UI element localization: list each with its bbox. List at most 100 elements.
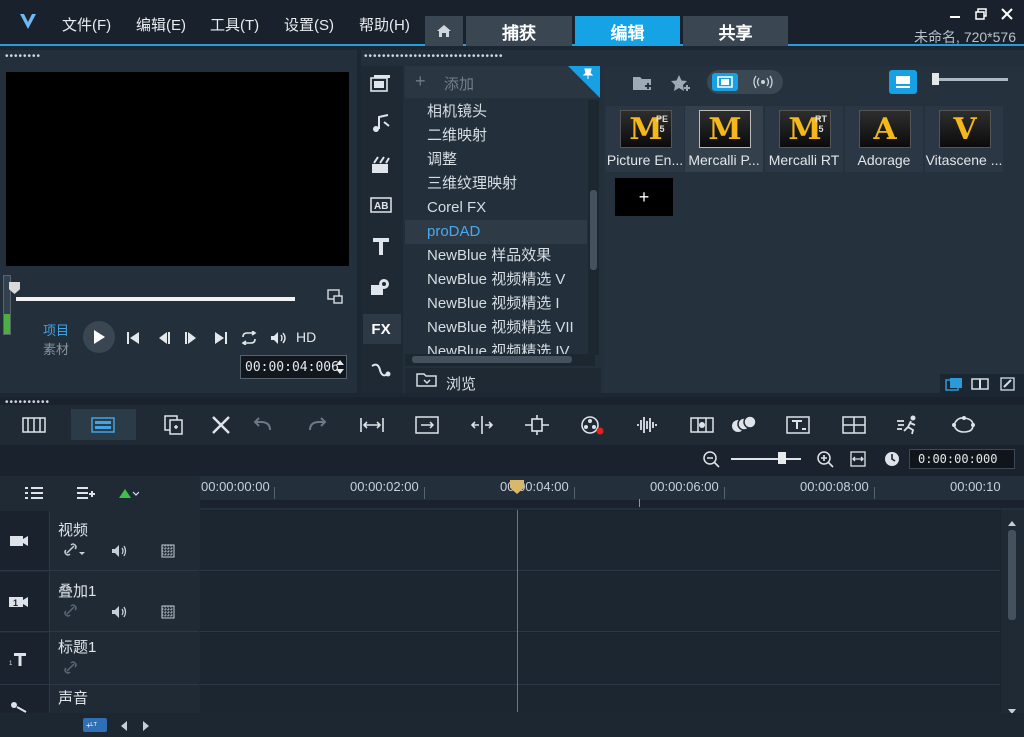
timecode-stepper[interactable]	[334, 357, 346, 377]
path-icon[interactable]	[951, 414, 977, 436]
effect-tile[interactable]: M RT 5 Mercalli RT	[765, 106, 843, 172]
mask-creator-icon[interactable]	[731, 414, 757, 436]
library-panel-icon[interactable]	[944, 376, 964, 392]
close-icon[interactable]	[998, 6, 1016, 22]
home-tab[interactable]	[425, 16, 463, 46]
repeat-icon[interactable]	[238, 327, 260, 349]
category-item-selected[interactable]: proDAD	[405, 220, 587, 244]
scroll-up-icon[interactable]	[1008, 514, 1016, 526]
storyboard-view-icon[interactable]	[21, 414, 47, 436]
redo-icon[interactable]	[304, 414, 330, 436]
add-icon[interactable]: +	[415, 71, 426, 92]
track-row-video[interactable]	[200, 511, 1000, 571]
subtitle-editor-icon[interactable]	[414, 414, 440, 436]
link-icon[interactable]	[64, 543, 86, 560]
go-to-start-icon[interactable]	[122, 327, 144, 349]
fit-to-window-icon[interactable]	[359, 414, 385, 436]
chapter-cue-icon[interactable]	[116, 484, 140, 502]
hd-toggle[interactable]: HD	[296, 329, 316, 345]
mode-project[interactable]: 项目	[43, 320, 69, 339]
media-library-icon[interactable]	[367, 70, 395, 96]
pin-icon[interactable]	[582, 68, 594, 83]
tab-share[interactable]: 共享	[683, 16, 788, 46]
player-timecode[interactable]: 00:00:04:006	[240, 355, 347, 379]
category-item[interactable]: 调整	[405, 148, 587, 172]
record-capture-icon[interactable]	[579, 414, 605, 436]
effect-tile[interactable]: A Adorage	[845, 106, 923, 172]
thumbnail-size-knob[interactable]	[932, 73, 939, 85]
browse-button[interactable]: 浏览	[446, 373, 476, 394]
category-item[interactable]: NewBlue 视频精选 VII	[405, 316, 587, 340]
fx-filter-icon[interactable]: FX	[367, 316, 395, 342]
video-track-icon[interactable]	[8, 533, 30, 549]
tab-capture[interactable]: 捕获	[466, 16, 572, 46]
category-item[interactable]: 三维纹理映射	[405, 172, 587, 196]
menu-file[interactable]: 文件(F)	[62, 14, 111, 35]
scrub-bar[interactable]	[16, 297, 295, 301]
add-track-icon[interactable]	[74, 484, 98, 502]
link-icon[interactable]	[64, 661, 78, 678]
zoom-knob[interactable]	[778, 452, 786, 464]
import-folder-icon[interactable]	[630, 72, 656, 94]
track-manager-icon[interactable]	[208, 414, 234, 436]
favorite-star-icon[interactable]	[668, 72, 694, 94]
trim-icon[interactable]	[524, 414, 550, 436]
transition-icon[interactable]: AB	[367, 192, 395, 218]
scroll-left-icon[interactable]	[119, 719, 129, 731]
mute-icon[interactable]	[111, 544, 129, 561]
motion-tracking-icon[interactable]	[896, 414, 922, 436]
mode-clip[interactable]: 素材	[43, 339, 69, 358]
category-item[interactable]: 相机镜头	[405, 100, 587, 124]
category-item[interactable]: NewBlue 视频精选 V	[405, 268, 587, 292]
browse-folder-icon[interactable]	[416, 372, 438, 391]
undo-icon[interactable]	[250, 414, 276, 436]
enlarge-preview-icon[interactable]	[326, 288, 344, 306]
add-effect-tile[interactable]: +	[615, 178, 673, 216]
add-subtitle-track-icon[interactable]: +ᴸᵀ	[83, 718, 107, 732]
category-vscroll-thumb[interactable]	[590, 190, 597, 270]
library-grip[interactable]: •••••••••••••••••••••••••••••••	[364, 52, 504, 62]
thumbnail-view-icon[interactable]	[889, 70, 917, 94]
voice-track-icon[interactable]	[8, 700, 30, 714]
previous-frame-icon[interactable]	[153, 327, 175, 349]
motion-path-icon[interactable]	[367, 357, 395, 383]
volume-icon[interactable]	[268, 327, 290, 349]
scroll-down-icon[interactable]	[1008, 703, 1016, 714]
menu-tools[interactable]: 工具(T)	[210, 14, 259, 35]
audio-filter-icon[interactable]	[750, 73, 776, 91]
link-icon[interactable]	[64, 604, 78, 621]
edit-options-icon[interactable]	[998, 376, 1018, 392]
zoom-in-icon[interactable]	[814, 450, 836, 468]
track-manager-list-icon[interactable]	[22, 484, 46, 502]
multi-camera-icon[interactable]	[689, 414, 715, 436]
zoom-slider[interactable]	[731, 458, 801, 460]
menu-settings[interactable]: 设置(S)	[284, 14, 334, 35]
split-screen-icon[interactable]	[841, 414, 867, 436]
track-row-voice[interactable]	[200, 685, 1000, 715]
fit-project-icon[interactable]	[848, 450, 868, 468]
category-hscroll-thumb[interactable]	[412, 356, 572, 363]
ripple-icon[interactable]	[161, 544, 175, 561]
effect-tile[interactable]: M PE 5 Picture En...	[606, 106, 684, 172]
zoom-out-icon[interactable]	[700, 450, 722, 468]
track-row-overlay[interactable]	[200, 572, 1000, 632]
category-item[interactable]: NewBlue 视频精选 I	[405, 292, 587, 316]
go-to-end-icon[interactable]	[210, 327, 232, 349]
timeline-timecode[interactable]: 0:00:00:000	[909, 449, 1015, 469]
next-frame-icon[interactable]	[180, 327, 202, 349]
play-button[interactable]	[83, 321, 115, 353]
audio-library-icon[interactable]	[367, 111, 395, 137]
ripple-icon[interactable]	[161, 605, 175, 622]
title-editor-icon[interactable]	[785, 414, 811, 436]
effect-tile[interactable]: V Vitascene ...	[925, 106, 1003, 172]
timeline-vscroll-thumb[interactable]	[1008, 530, 1016, 620]
overlay-track-icon[interactable]: 1	[8, 594, 30, 610]
timeline-view-icon[interactable]	[90, 414, 116, 436]
category-item[interactable]: Corel FX	[405, 196, 587, 220]
add-button[interactable]: 添加	[444, 73, 474, 94]
minimize-icon[interactable]	[946, 6, 964, 22]
scroll-right-icon[interactable]	[141, 719, 151, 731]
track-row-title[interactable]	[200, 633, 1000, 685]
category-item[interactable]: 二维映射	[405, 124, 587, 148]
title-icon[interactable]	[367, 233, 395, 259]
